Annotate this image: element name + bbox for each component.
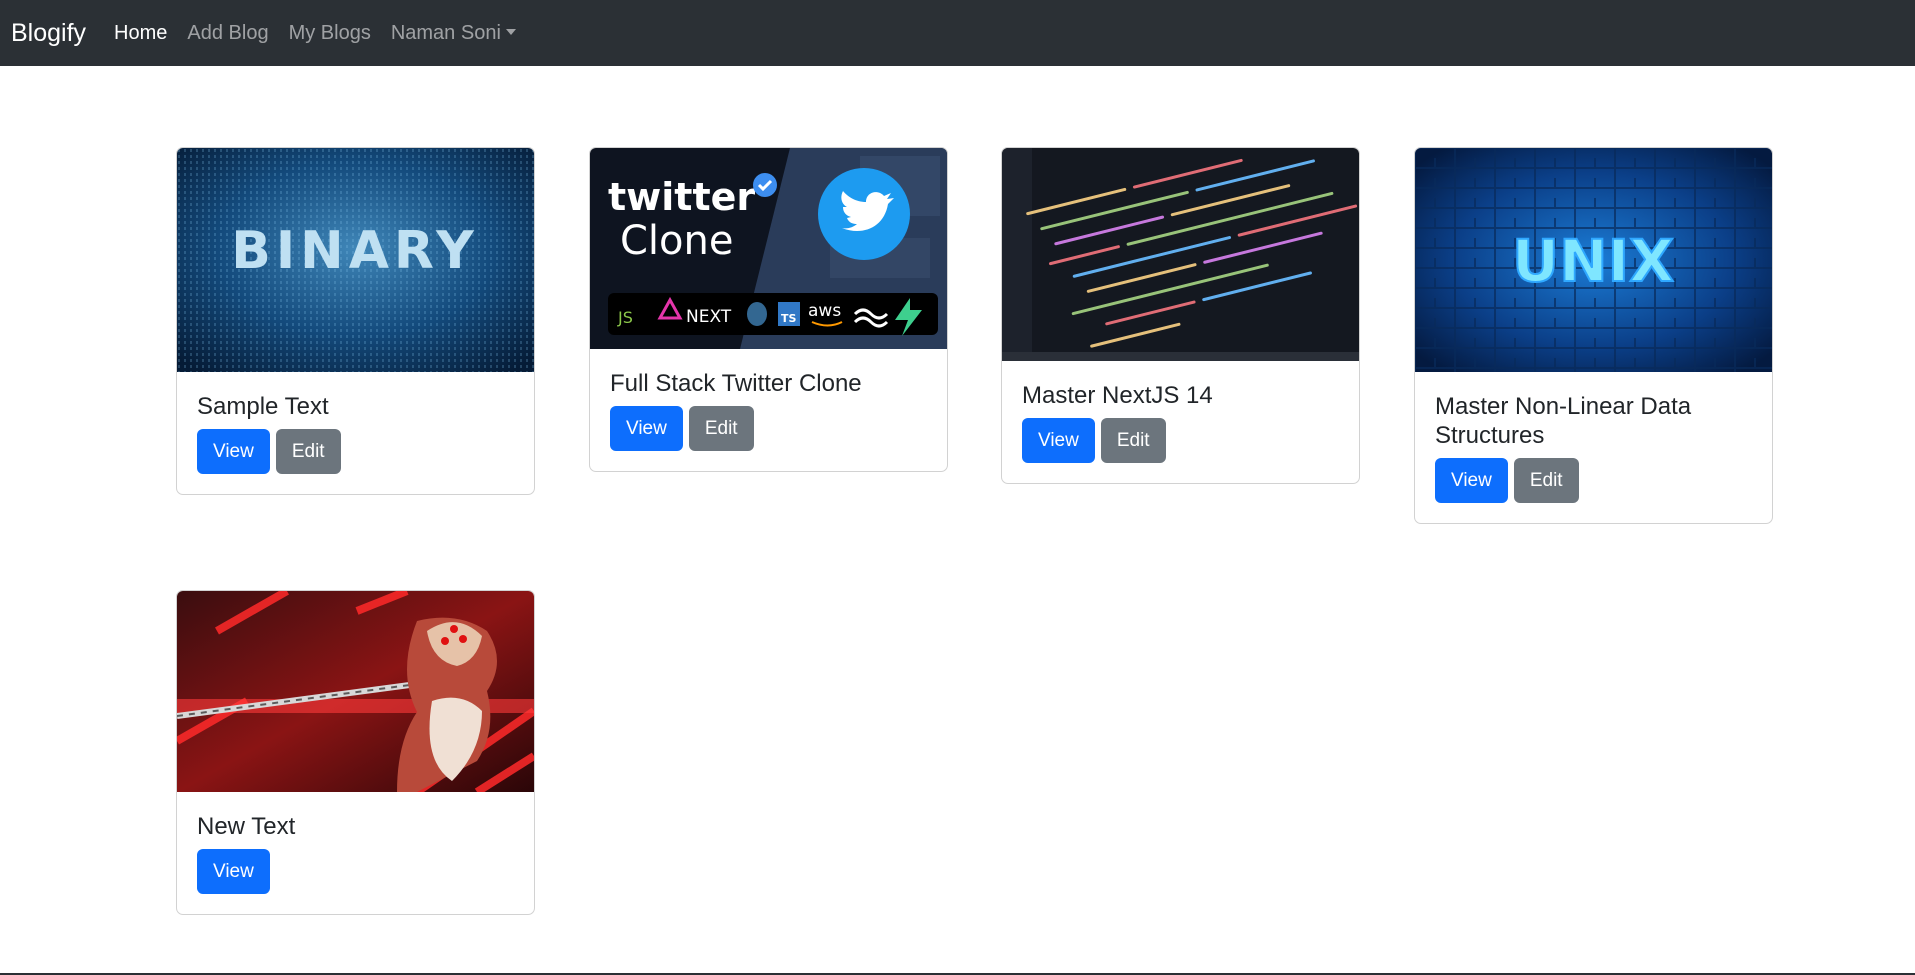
nav-my-blogs[interactable]: My Blogs (279, 22, 381, 45)
blog-card: New Text View (176, 590, 535, 915)
logo-next: NEXT (686, 307, 732, 327)
logo-ts: TS (781, 312, 797, 325)
user-dropdown[interactable]: Naman Soni (381, 22, 526, 45)
view-button[interactable]: View (1435, 458, 1508, 503)
card-title: Master NextJS 14 (1022, 382, 1213, 409)
image-caption: UNIX (1512, 227, 1674, 295)
image-caption: BINARY (231, 221, 479, 281)
edit-button[interactable]: Edit (275, 429, 341, 474)
view-button[interactable]: View (197, 429, 270, 474)
card-title: Full Stack Twitter Clone (610, 370, 862, 397)
blog-card: twitter Clone JS NEXT TS aws Full Stack … (589, 147, 948, 472)
caret-down-icon (505, 28, 516, 35)
blog-card-image[interactable] (177, 591, 534, 792)
card-title: Sample Text (197, 393, 329, 420)
blog-card: BINARY Sample Text View Edit (176, 147, 535, 495)
blog-card: UNIX Master Non-Linear Data Structures V… (1414, 147, 1773, 524)
logo-aws: aws (808, 301, 841, 321)
card-title: New Text (197, 813, 296, 840)
view-button[interactable]: View (610, 406, 683, 451)
blog-card-image[interactable] (1002, 148, 1359, 361)
nav-home[interactable]: Home (104, 22, 177, 45)
blog-card: Master NextJS 14 View Edit (1001, 147, 1360, 484)
card-title: Master Non-Linear Data Structures (1435, 393, 1692, 449)
view-button[interactable]: View (1022, 418, 1095, 463)
image-caption-line2: Clone (620, 218, 733, 264)
navbar: Blogify Home Add Blog My Blogs Naman Son… (0, 0, 1915, 66)
user-name: Naman Soni (390, 21, 501, 44)
edit-button[interactable]: Edit (1100, 418, 1166, 463)
nav-add-blog[interactable]: Add Blog (177, 22, 278, 45)
edit-button[interactable]: Edit (1513, 458, 1579, 503)
blog-card-image[interactable]: BINARY (177, 148, 534, 372)
view-button[interactable]: View (197, 849, 270, 894)
blog-card-image[interactable]: UNIX (1415, 148, 1772, 372)
image-caption-line1: twitter (608, 175, 755, 219)
brand-logo[interactable]: Blogify (11, 19, 86, 48)
edit-button[interactable]: Edit (688, 406, 754, 451)
logo-js: JS (617, 308, 633, 327)
blog-card-image[interactable]: twitter Clone JS NEXT TS aws (590, 148, 947, 349)
